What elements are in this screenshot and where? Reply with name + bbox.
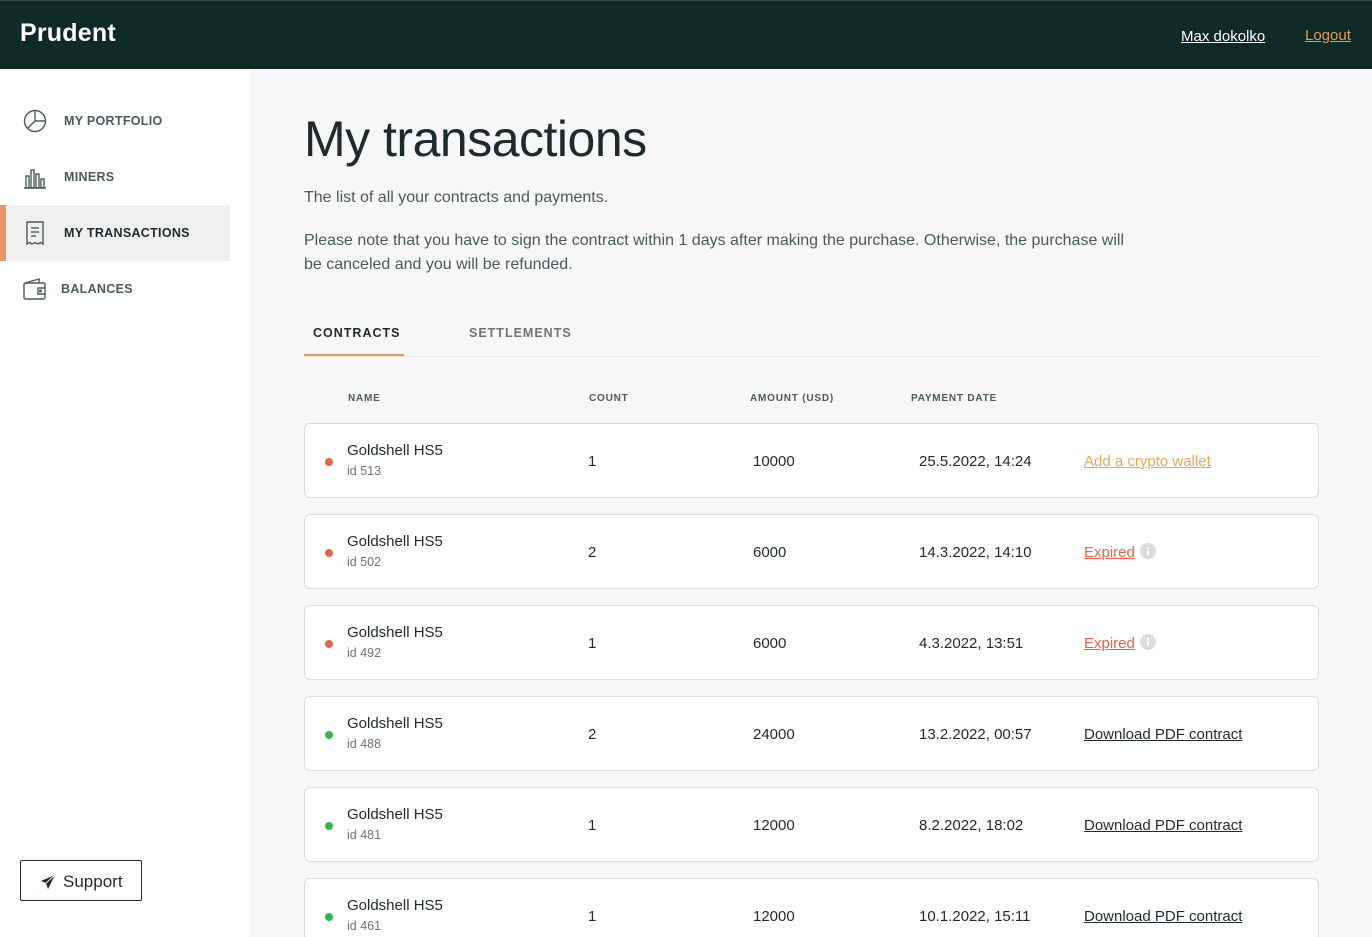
table-row: Goldshell HS5 id 492 1 6000 4.3.2022, 13…	[304, 605, 1319, 680]
payment-date: 25.5.2022, 14:24	[919, 453, 1032, 470]
contract-count: 1	[588, 908, 597, 925]
contract-count: 2	[588, 544, 597, 561]
pie-chart-icon	[23, 109, 47, 133]
contract-name: Goldshell HS5	[347, 715, 443, 732]
support-label: Support	[63, 872, 123, 891]
contract-count: 1	[588, 817, 597, 834]
contract-name: Goldshell HS5	[347, 442, 443, 459]
column-header-payment-date: PAYMENT DATE	[911, 393, 998, 404]
payment-date: 4.3.2022, 13:51	[919, 635, 1024, 652]
tab-settlements[interactable]: SETTLEMENTS	[469, 326, 572, 340]
payment-date: 10.1.2022, 15:11	[919, 908, 1031, 925]
info-icon[interactable]	[1140, 634, 1156, 650]
contract-amount: 6000	[753, 544, 787, 561]
tab-bar: CONTRACTS SETTLEMENTS	[304, 320, 1319, 357]
contract-id: id 513	[347, 464, 382, 478]
contract-id: id 461	[347, 919, 382, 933]
send-icon	[41, 874, 56, 889]
contract-id: id 492	[347, 646, 382, 660]
contract-name: Goldshell HS5	[347, 806, 443, 823]
status-dot	[325, 913, 333, 921]
sidebar-item-my-transactions[interactable]: MY TRANSACTIONS	[0, 205, 230, 261]
wallet-icon	[23, 278, 46, 300]
add-crypto-wallet-link[interactable]: Add a crypto wallet	[1084, 453, 1211, 470]
page-title: My transactions	[304, 111, 647, 167]
receipt-icon	[26, 221, 44, 246]
payment-date: 14.3.2022, 14:10	[919, 544, 1032, 561]
contract-amount: 6000	[753, 635, 787, 652]
contract-id: id 481	[347, 828, 382, 842]
tab-contracts[interactable]: CONTRACTS	[313, 326, 400, 340]
active-tab-indicator	[304, 354, 404, 356]
status-dot	[325, 458, 333, 466]
page-subtitle: The list of all your contracts and payme…	[304, 189, 609, 206]
table-row: Goldshell HS5 id 488 2 24000 13.2.2022, …	[304, 696, 1319, 771]
contract-count: 2	[588, 726, 597, 743]
payment-date: 8.2.2022, 18:02	[919, 817, 1024, 834]
contract-amount: 12000	[753, 817, 795, 834]
contract-count: 1	[588, 453, 597, 470]
table-row: Goldshell HS5 id 502 2 6000 14.3.2022, 1…	[304, 514, 1319, 589]
user-profile-link[interactable]: Max dokolko	[1181, 28, 1265, 45]
contract-name: Goldshell HS5	[347, 533, 443, 550]
logout-link[interactable]: Logout	[1305, 27, 1351, 44]
expired-link[interactable]: Expired	[1084, 635, 1135, 652]
sidebar-item-label: MY TRANSACTIONS	[64, 226, 190, 240]
payment-date: 13.2.2022, 00:57	[919, 726, 1032, 743]
sidebar: MY PORTFOLIO MINERS MY TRANSACTIONS BALA…	[0, 69, 250, 937]
sidebar-item-miners[interactable]: MINERS	[0, 149, 230, 205]
sidebar-item-label: MY PORTFOLIO	[64, 114, 163, 128]
status-dot	[325, 731, 333, 739]
sidebar-item-label: BALANCES	[61, 282, 133, 296]
contract-note: Please note that you have to sign the co…	[304, 232, 1125, 273]
contract-amount: 24000	[753, 726, 795, 743]
bar-chart-icon	[24, 169, 46, 189]
download-pdf-contract-link[interactable]: Download PDF contract	[1084, 726, 1242, 743]
table-row: Goldshell HS5 id 481 1 12000 8.2.2022, 1…	[304, 787, 1319, 862]
table-row: Goldshell HS5 id 461 1 12000 10.1.2022, …	[304, 878, 1319, 937]
brand-logo[interactable]: Prudent	[20, 19, 116, 48]
support-button[interactable]: Support	[20, 860, 142, 901]
top-bar: Prudent Max dokolko Logout	[0, 0, 1372, 69]
contract-amount: 12000	[753, 908, 795, 925]
download-pdf-contract-link[interactable]: Download PDF contract	[1084, 908, 1242, 925]
status-dot	[325, 822, 333, 830]
contract-name: Goldshell HS5	[347, 897, 443, 914]
contract-amount: 10000	[753, 453, 795, 470]
contract-id: id 502	[347, 555, 382, 569]
expired-link[interactable]: Expired	[1084, 544, 1135, 561]
contract-name: Goldshell HS5	[347, 624, 443, 641]
status-dot	[325, 640, 333, 648]
column-header-count: COUNT	[589, 393, 629, 404]
sidebar-item-my-portfolio[interactable]: MY PORTFOLIO	[0, 93, 230, 149]
column-header-amount: AMOUNT (USD)	[750, 393, 835, 404]
download-pdf-contract-link[interactable]: Download PDF contract	[1084, 817, 1242, 834]
contract-count: 1	[588, 635, 597, 652]
contract-id: id 488	[347, 737, 382, 751]
info-icon[interactable]	[1140, 543, 1156, 559]
table-row: Goldshell HS5 id 513 1 10000 25.5.2022, …	[304, 423, 1319, 498]
sidebar-item-label: MINERS	[64, 170, 115, 184]
status-dot	[325, 549, 333, 557]
column-header-name: NAME	[348, 393, 381, 404]
sidebar-item-balances[interactable]: BALANCES	[0, 261, 230, 317]
